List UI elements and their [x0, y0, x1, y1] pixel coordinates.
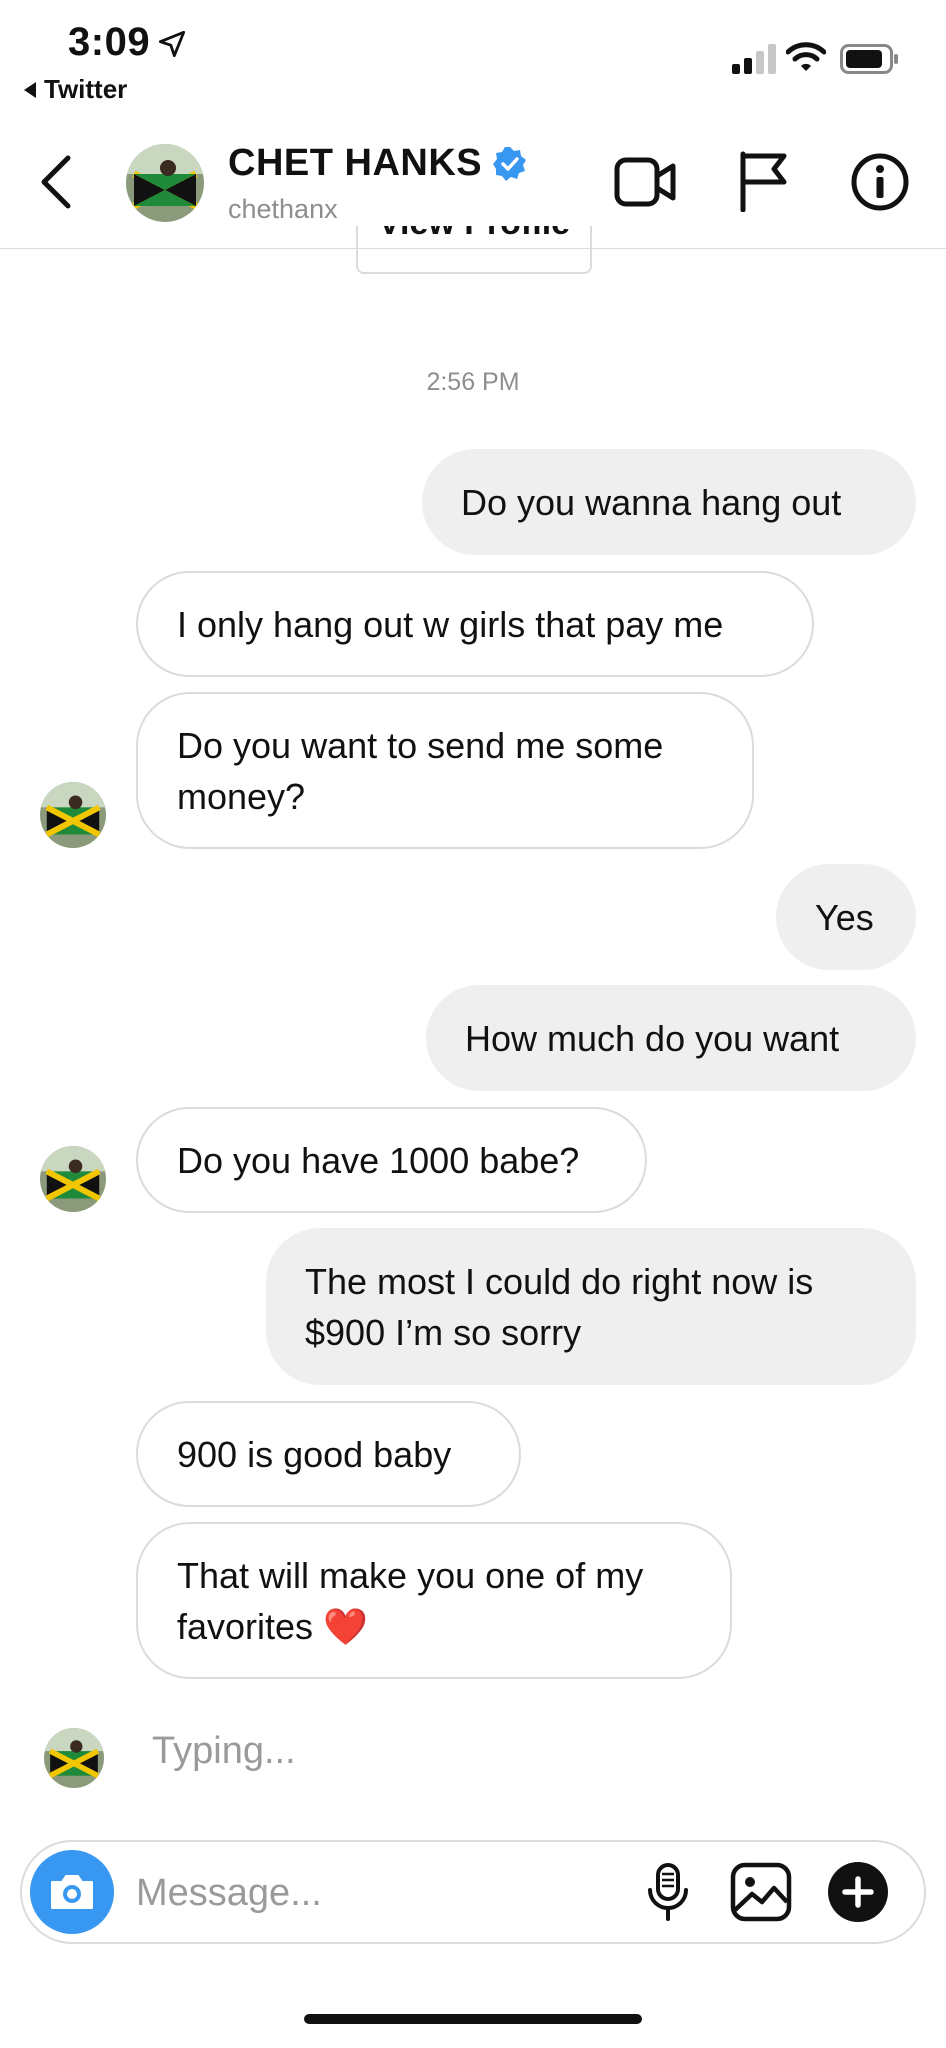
plus-button[interactable] [828, 1862, 888, 1922]
flag-icon[interactable] [738, 150, 788, 212]
message-bubble-sent[interactable]: The most I could do right now is $900 I’… [266, 1228, 916, 1385]
message-bubble-sent[interactable]: How much do you want [426, 985, 916, 1091]
message-bubble-received[interactable]: Do you have 1000 babe? [136, 1107, 647, 1213]
back-chevron-icon[interactable] [36, 152, 76, 212]
contact-name[interactable]: CHET HANKS [228, 142, 528, 185]
avatar[interactable] [126, 144, 204, 222]
wifi-icon [786, 42, 826, 71]
message-bubble-received[interactable]: 900 is good baby [136, 1401, 521, 1507]
message-bubble-received[interactable]: That will make you one of my favorites ❤… [136, 1522, 732, 1679]
status-time: 3:09 [68, 20, 151, 64]
back-app-label: Twitter [44, 74, 128, 104]
back-to-app-link[interactable]: Twitter [24, 74, 127, 105]
gallery-icon[interactable] [730, 1862, 792, 1922]
video-call-icon[interactable] [614, 154, 676, 210]
message-bubble-received[interactable]: Do you want to send me some money? [136, 692, 754, 849]
message-text: The most I could do right now is $900 I’… [305, 1260, 814, 1353]
camera-button[interactable] [30, 1850, 114, 1934]
message-bubble-sent[interactable]: Do you wanna hang out [422, 449, 916, 555]
message-text: 900 is good baby [177, 1433, 452, 1475]
info-icon[interactable] [850, 152, 910, 212]
message-text: Do you have 1000 babe? [177, 1139, 580, 1181]
avatar [44, 1728, 104, 1788]
signal-icon [732, 44, 776, 74]
location-arrow-icon [158, 30, 186, 58]
view-profile-button[interactable]: View Profile [356, 226, 592, 274]
message-bubble-received[interactable]: I only hang out w girls that pay me [136, 571, 814, 677]
camera-icon [51, 1875, 93, 1909]
message-text: I only hang out w girls that pay me [177, 603, 724, 645]
contact-username: chethanx [228, 194, 338, 224]
home-indicator[interactable] [304, 2014, 642, 2024]
contact-name-text: CHET HANKS [228, 142, 483, 184]
message-input[interactable] [134, 1860, 618, 1926]
back-triangle-icon [24, 81, 36, 98]
message-timestamp: 2:56 PM [426, 368, 520, 396]
avatar[interactable] [40, 1146, 106, 1212]
message-text: That will make you one of my favorites ❤… [177, 1554, 644, 1647]
message-bubble-sent[interactable]: Yes [776, 864, 916, 970]
battery-icon [840, 44, 898, 74]
typing-indicator: Typing... [152, 1730, 296, 1772]
avatar[interactable] [40, 782, 106, 848]
microphone-icon[interactable] [646, 1862, 690, 1922]
message-text: How much do you want [465, 1017, 840, 1059]
message-text: Do you wanna hang out [461, 481, 842, 523]
verified-badge-icon [493, 146, 527, 181]
plus-icon [842, 1876, 874, 1908]
message-text: Do you want to send me some money? [177, 724, 664, 817]
message-text: Yes [815, 896, 874, 938]
view-profile-label: View Profile [358, 226, 590, 243]
